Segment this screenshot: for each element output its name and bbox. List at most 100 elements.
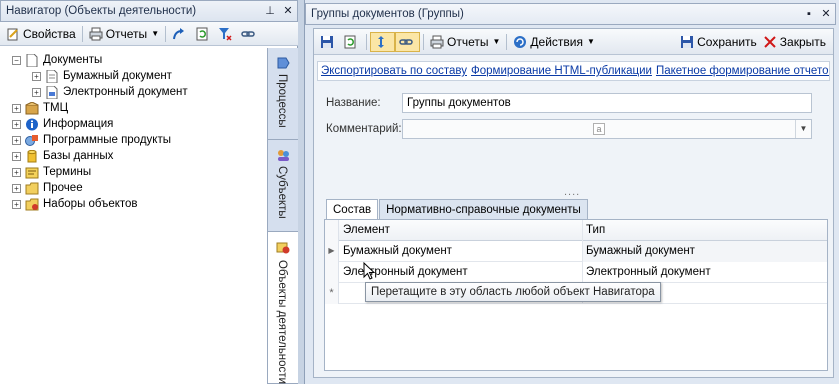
box-icon — [25, 101, 39, 114]
actions-button[interactable]: Действия ▼ — [510, 32, 598, 52]
export-by-composition-link[interactable]: Экспортировать по составу — [321, 65, 467, 77]
close-x-icon — [763, 35, 777, 49]
tree-node-other[interactable]: + Прочее — [12, 180, 83, 196]
cell-type[interactable]: Электронный документ — [583, 262, 827, 283]
expand-icon[interactable]: + — [12, 119, 21, 129]
folder-icon — [25, 182, 39, 194]
info-icon — [26, 118, 38, 130]
expand-icon[interactable]: + — [12, 183, 21, 193]
html-publication-link[interactable]: Формирование HTML-публикации — [471, 65, 652, 77]
tree-node-label: Наборы объектов — [43, 198, 138, 210]
filter-clear-button[interactable] — [215, 24, 238, 44]
comment-field[interactable]: a ▼ — [402, 119, 812, 139]
vertical-tab-strip: Процессы Субъекты Объекты деятельности — [267, 48, 298, 384]
editor-title-bar: Группы документов (Группы) ▪ ✕ — [305, 3, 836, 25]
tree-node-electronic-document[interactable]: + Электронный документ — [32, 84, 188, 100]
tree-node-object-sets[interactable]: + Наборы объектов — [12, 196, 138, 212]
tab-composition[interactable]: Состав — [326, 199, 379, 221]
filter-clear-icon — [218, 27, 232, 41]
tab-label: Субъекты — [276, 166, 288, 219]
expand-icon[interactable]: + — [12, 167, 21, 177]
grid-header-row: Элемент Тип — [325, 220, 827, 241]
expand-icon[interactable]: + — [12, 199, 21, 209]
link-button[interactable] — [395, 31, 420, 52]
tree-node-tmc[interactable]: + ТМЦ — [12, 100, 68, 116]
table-row[interactable]: ▶ Бумажный документ Бумажный документ — [325, 241, 827, 262]
pin-icon[interactable]: ⊥ — [263, 4, 277, 18]
tab-label: Объекты деятельности — [276, 260, 288, 384]
reports-button[interactable]: Отчеты ▼ — [427, 32, 503, 52]
reports-label: Отчеты — [105, 26, 148, 41]
column-header-element[interactable]: Элемент — [340, 220, 583, 241]
cell-element[interactable]: Бумажный документ — [340, 241, 583, 262]
close-icon[interactable]: ✕ — [819, 7, 833, 21]
expand-icon[interactable]: + — [32, 87, 41, 97]
save-icon-button[interactable] — [317, 32, 340, 52]
object-set-icon — [25, 198, 39, 210]
tree-node-software[interactable]: + Программные продукты — [12, 132, 171, 148]
row-indicator — [325, 220, 339, 241]
document-icon — [26, 53, 38, 67]
editor-title: Группы документов (Группы) — [311, 8, 464, 20]
tree-node-label: Электронный документ — [63, 86, 188, 98]
batch-reports-link[interactable]: Пакетное формирование отчетов — [656, 65, 829, 77]
refresh-icon — [195, 27, 209, 41]
tree-node-databases[interactable]: + Базы данных — [12, 148, 113, 164]
arrow-forward-icon — [172, 27, 186, 41]
floppy-icon — [680, 35, 694, 49]
expand-icon[interactable]: + — [12, 135, 21, 145]
tab-strip: Состав Нормативно-справочные документы — [326, 199, 589, 221]
chevron-down-icon[interactable]: ▼ — [795, 120, 811, 138]
close-icon[interactable]: ✕ — [281, 4, 295, 18]
tree-node-label: Бумажный документ — [63, 70, 172, 82]
actions-icon — [513, 35, 527, 49]
column-header-type[interactable]: Тип — [583, 220, 827, 241]
save-label: Сохранить — [697, 34, 757, 49]
database-icon — [27, 149, 37, 162]
sync-button[interactable] — [370, 31, 395, 52]
go-to-button[interactable] — [169, 24, 192, 44]
tree-node-terms[interactable]: + Термины — [12, 164, 91, 180]
action-links-bar: Экспортировать по составу Формирование HT… — [317, 61, 830, 81]
printer-icon — [430, 35, 444, 49]
tree-node-paper-document[interactable]: + Бумажный документ — [32, 68, 172, 84]
close-button[interactable]: Закрыть — [760, 32, 829, 52]
comment-label: Комментарий: — [326, 123, 402, 135]
tree-node-information[interactable]: + Информация — [12, 116, 113, 132]
link-icon — [399, 35, 413, 49]
text-edit-icon[interactable]: a — [593, 123, 605, 135]
splitter-handle[interactable]: .... — [564, 186, 580, 198]
refresh-button[interactable] — [340, 32, 363, 52]
tab-subjects[interactable]: Субъекты — [268, 140, 298, 232]
toolbar-separator — [423, 33, 424, 50]
save-button[interactable]: Сохранить — [677, 32, 760, 52]
expand-icon[interactable]: + — [12, 103, 21, 113]
reports-button[interactable]: Отчеты ▼ — [86, 24, 162, 44]
tree-node-label: Термины — [43, 166, 92, 178]
expand-icon[interactable]: + — [12, 151, 21, 161]
cell-type[interactable]: Бумажный документ — [583, 241, 827, 262]
restore-icon[interactable]: ▪ — [802, 7, 816, 21]
link-button[interactable] — [238, 24, 261, 44]
refresh-icon — [343, 35, 357, 49]
tree-node-label: Базы данных — [43, 150, 114, 162]
link-icon — [241, 27, 255, 41]
tab-reference-documents[interactable]: Нормативно-справочные документы — [379, 199, 588, 220]
collapse-icon[interactable]: − — [12, 55, 21, 65]
name-field[interactable]: Группы документов — [402, 93, 812, 113]
toolbar-separator — [506, 33, 508, 50]
table-row[interactable]: Электронный документ Электронный докумен… — [325, 262, 827, 283]
tree-node-documents[interactable]: − Документы — [12, 52, 102, 68]
vertical-arrows-icon — [374, 35, 388, 49]
properties-button[interactable]: Свойства — [3, 24, 79, 44]
floppy-icon — [320, 35, 334, 49]
editor-window: Группы документов (Группы) ▪ ✕ Отчеты ▼ … — [304, 0, 839, 384]
actions-label: Действия — [530, 34, 583, 49]
expand-icon[interactable]: + — [32, 71, 41, 81]
tab-activity-objects[interactable]: Объекты деятельности — [268, 232, 298, 384]
close-label: Закрыть — [779, 34, 826, 49]
toolbar-separator — [366, 33, 367, 50]
navigator-title: Навигатор (Объекты деятельности) — [6, 5, 197, 17]
tab-processes[interactable]: Процессы — [268, 48, 298, 140]
refresh-button[interactable] — [192, 24, 215, 44]
